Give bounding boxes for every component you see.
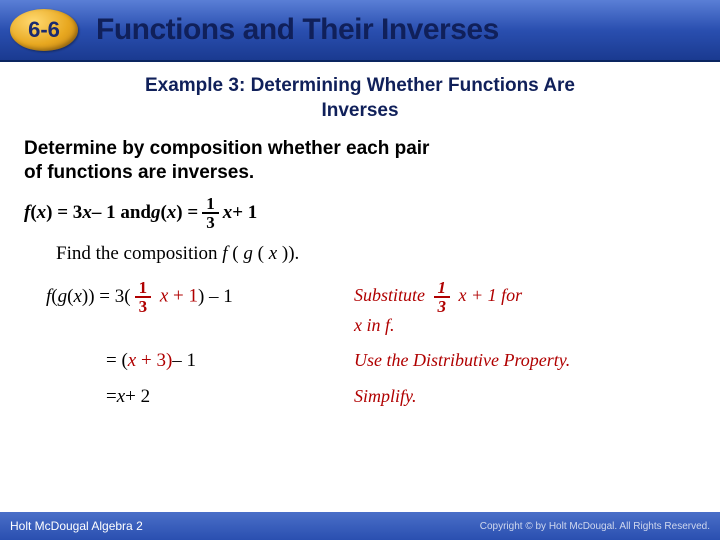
text: + 3) <box>136 350 172 371</box>
example-heading: Example 3: Determining Whether Functions… <box>24 74 696 123</box>
step-row-1: f ( g ( x )) = 3( 1 3 x + 1 ) – 1 Substi… <box>24 279 696 337</box>
text: x <box>37 202 47 224</box>
text: )) = 3( <box>82 286 131 308</box>
text: x <box>160 285 168 306</box>
text: x <box>128 350 136 371</box>
book-title: Holt McDougal Algebra 2 <box>10 519 143 533</box>
text: Use the Distributive Property. <box>354 350 570 372</box>
denominator: 3 <box>434 298 451 315</box>
text: x <box>82 202 92 224</box>
text: + 1 <box>173 285 198 306</box>
text: x in f. <box>354 315 395 335</box>
fraction: 1 3 <box>434 279 451 315</box>
text: – 1 and <box>92 202 151 224</box>
text: + 2 <box>125 386 150 408</box>
math-expression: f ( g ( x )) = 3( 1 3 x + 1 ) – 1 <box>24 279 354 315</box>
example-heading-line1: Example 3: Determining Whether Functions… <box>145 75 575 96</box>
instruction-line1: Determine by composition whether each pa… <box>24 138 429 159</box>
instruction-line2: of functions are inverses. <box>24 162 254 183</box>
step-row-2: = ( x + 3) – 1 Use the Distributive Prop… <box>24 350 696 372</box>
step-note: Substitute 1 3 x + 1 for x in f. <box>354 279 696 337</box>
text: g <box>151 202 161 224</box>
text: x <box>223 202 233 224</box>
step-note: Simplify. <box>354 386 696 408</box>
text: ) – 1 <box>198 286 233 308</box>
text: x <box>73 286 81 308</box>
text: g <box>58 286 68 308</box>
text: ) = 3 <box>46 202 82 224</box>
step-note: Use the Distributive Property. <box>354 350 696 372</box>
step-row-3: = x + 2 Simplify. <box>24 386 696 408</box>
numerator: 1 <box>202 195 219 214</box>
text: Substitute <box>354 285 430 305</box>
content-area: Example 3: Determining Whether Functions… <box>0 62 720 408</box>
math-expression: = x + 2 <box>24 386 354 408</box>
text: x <box>117 386 125 408</box>
text: ( <box>258 243 264 264</box>
text: f <box>222 243 227 264</box>
math-expression: = ( x + 3) – 1 <box>24 350 354 372</box>
text: – 1 <box>172 350 196 372</box>
header-bar: 6-6 Functions and Their Inverses <box>0 0 720 62</box>
text: = ( <box>106 350 128 372</box>
text: = <box>106 386 117 408</box>
fraction: 1 3 <box>135 279 152 315</box>
text: g <box>243 243 253 264</box>
text: Find the composition <box>56 243 222 264</box>
footer-bar: Holt McDougal Algebra 2 Copyright © by H… <box>0 512 720 540</box>
copyright-text: Copyright © by Holt McDougal. All Rights… <box>480 521 710 532</box>
text: x + 1 for <box>459 285 523 305</box>
find-composition-line: Find the composition f ( g ( x )). <box>56 243 696 265</box>
fraction: 1 3 <box>202 195 219 231</box>
numerator: 1 <box>434 279 451 298</box>
function-definitions: f ( x ) = 3 x – 1 and g ( x ) = 1 3 x + … <box>24 195 696 231</box>
denominator: 3 <box>135 298 152 315</box>
lesson-badge: 6-6 <box>10 9 78 51</box>
text: ( <box>232 243 238 264</box>
text: )). <box>282 243 299 264</box>
text: Simplify. <box>354 386 417 408</box>
numerator: 1 <box>135 279 152 298</box>
instruction-text: Determine by composition whether each pa… <box>24 137 696 185</box>
denominator: 3 <box>202 214 219 231</box>
example-heading-line2: Inverses <box>321 100 398 121</box>
text: x <box>269 243 277 264</box>
text: x <box>167 202 177 224</box>
text: ) = <box>176 202 198 224</box>
text: + 1 <box>232 202 257 224</box>
lesson-title: Functions and Their Inverses <box>96 13 499 47</box>
